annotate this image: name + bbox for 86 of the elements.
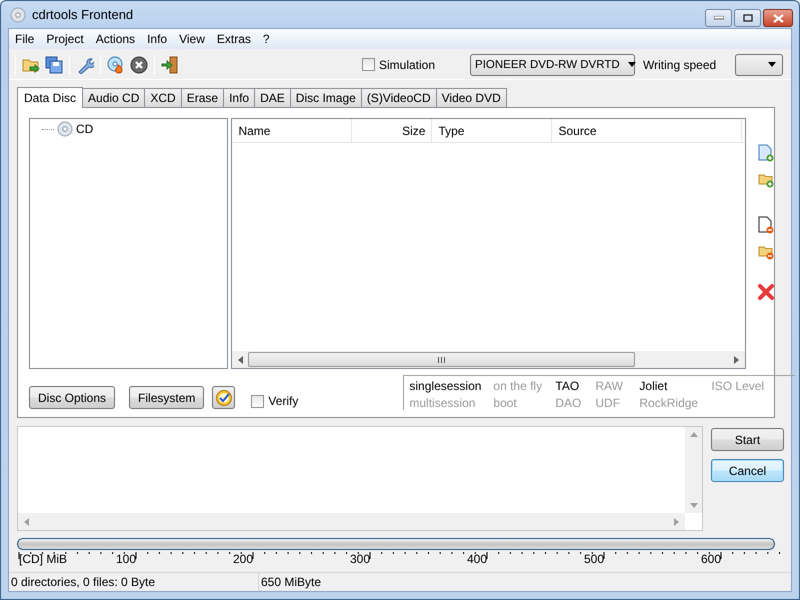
option-label: UDF [595,396,622,410]
floppy-disks-icon[interactable] [45,56,63,74]
column-header[interactable]: Size [352,119,432,142]
tree-item[interactable]: CD [76,122,94,136]
tab[interactable]: Data Disc [17,87,84,108]
speed-label: Writing speed [643,58,716,72]
horizontal-scrollbar[interactable] [232,351,745,368]
option-label: RAW [595,379,624,393]
disc-icon [57,121,73,137]
schedule-button[interactable] [212,386,236,409]
exit-door-icon[interactable] [161,56,179,74]
ruler-unit: [CD] MiB [19,552,68,566]
add-file-icon[interactable] [758,144,774,162]
menu-item[interactable]: ? [256,32,276,46]
ruler-label: 600 [700,552,721,566]
ruler-label: 500 [582,552,604,566]
scroll-down-icon[interactable] [690,503,698,508]
option-label: RockRidge [639,396,700,410]
option-label: DAO [555,396,582,410]
column-header[interactable]: Name [232,119,352,142]
ruler-label: 100 [114,552,136,566]
ruler-label: 400 [466,552,487,566]
scrollbar-thumb[interactable] [248,352,635,367]
scroll-right-icon[interactable] [673,518,680,526]
checkbox[interactable] [251,394,264,408]
remove-file-icon[interactable] [758,216,774,234]
push-button[interactable]: Start [711,428,784,451]
horizontal-scrollbar[interactable] [18,513,685,530]
option-label: boot [493,396,518,410]
scroll-left-icon[interactable] [237,356,244,364]
clock-check-icon [214,388,233,406]
caret-icon [768,62,776,67]
option-label: singlesession [409,379,482,393]
tab[interactable]: XCD [144,88,182,107]
checkbox[interactable] [362,58,375,71]
maximize-button[interactable] [734,9,761,27]
menu-item[interactable]: View [173,32,211,46]
column-header[interactable]: Source [552,119,742,142]
option-label: multisession [409,396,476,410]
tab[interactable]: Video DVD [436,88,507,107]
menu-item[interactable]: Info [141,32,174,46]
option-label: ISO Level [711,379,766,393]
disc-flame-icon[interactable] [107,56,125,74]
disc-icon [10,6,26,22]
grip-icon [438,356,446,362]
option-label: on the fly [493,379,544,393]
delete-icon[interactable] [758,284,774,300]
checkbox-label: Verify [268,394,298,408]
push-button[interactable]: Disc Options [29,386,116,409]
wrench-icon[interactable] [76,56,94,74]
checkbox-label: Simulation [379,58,436,72]
menu-item[interactable]: Extras [210,32,257,46]
tab[interactable]: Erase [180,88,224,107]
menu-item[interactable]: Project [40,32,90,46]
scroll-up-icon[interactable] [690,432,698,437]
push-button[interactable]: Filesystem [129,386,204,409]
tab[interactable]: Disc Image [290,88,362,107]
option-label: Joliet [639,379,668,393]
cancel-icon[interactable] [130,56,148,74]
caret-icon [628,62,636,67]
tab[interactable]: Audio CD [82,88,146,107]
tab[interactable]: DAE [254,88,291,107]
ruler-label: 200 [232,552,253,566]
tab[interactable]: (S)VideoCD [360,88,437,107]
status-text: 650 MiByte [260,574,322,591]
scroll-right-icon[interactable] [733,356,740,364]
column-header[interactable]: Type [432,119,552,142]
speed-dropdown[interactable] [735,54,783,76]
option-label: TAO [555,379,580,393]
push-button[interactable]: Cancel [711,459,784,482]
add-folder-icon[interactable] [758,172,774,188]
drive-dropdown[interactable]: PIONEER DVD-RW DVRTD [470,54,636,76]
maximize-icon [742,14,752,22]
menu-item[interactable]: File [9,32,40,46]
ruler-label: 300 [348,552,370,566]
minimize-icon [714,16,724,20]
close-icon [772,14,784,22]
vertical-scrollbar[interactable] [685,427,702,513]
minimize-button[interactable] [705,9,732,27]
remove-folder-icon[interactable] [758,244,774,260]
status-text: 0 directories, 0 files: 0 Byte [9,573,259,591]
window-title: cdrtools Frontend [32,7,134,22]
close-button[interactable] [763,9,793,27]
menu-item[interactable]: Actions [90,32,142,46]
tab[interactable]: Info [223,88,256,107]
scroll-left-icon[interactable] [23,518,30,526]
